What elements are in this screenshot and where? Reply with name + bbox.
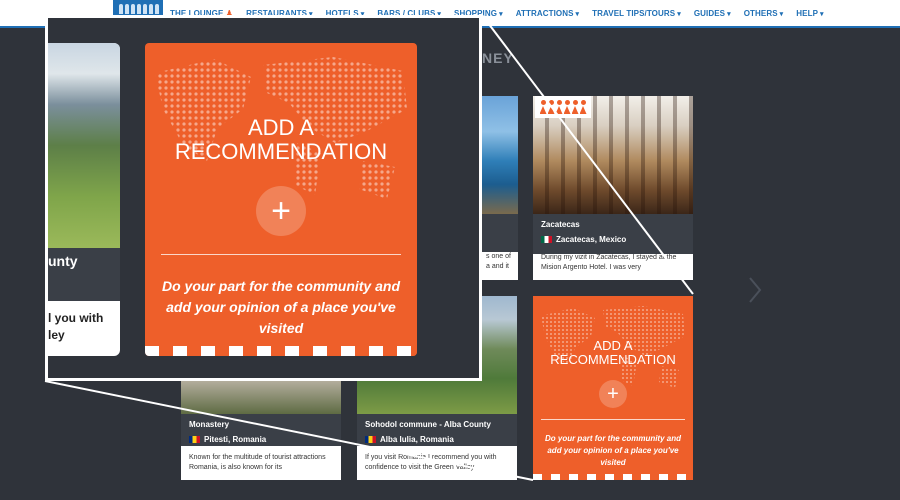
chevron-down-icon: ▾ bbox=[575, 11, 580, 18]
card-location: Alba Iulia, Romania bbox=[365, 435, 454, 444]
card-title-fragment: unty bbox=[48, 253, 78, 269]
recommendation-title: ADD A RECOMMENDATION bbox=[550, 338, 676, 368]
chevron-down-icon: ▾ bbox=[820, 11, 824, 18]
card-title: Monastery bbox=[189, 420, 230, 429]
divider bbox=[161, 254, 401, 255]
decorative-stripes bbox=[533, 474, 693, 480]
person-icon bbox=[548, 100, 555, 114]
card-title: Sohodol commune - Alba County bbox=[365, 420, 491, 429]
card-pool-description: s one of a and it bbox=[486, 253, 511, 270]
zoomed-card-fragment: unty l you with ley bbox=[48, 43, 120, 356]
card-image bbox=[48, 43, 120, 248]
person-icon bbox=[556, 100, 563, 114]
card-description: If you visit Romania I recommend you wit… bbox=[365, 454, 497, 471]
card-location: Pitesti, Romania bbox=[189, 435, 266, 444]
add-plus-button[interactable]: + bbox=[256, 186, 306, 236]
chevron-down-icon: ▾ bbox=[677, 11, 681, 18]
plus-icon: + bbox=[607, 382, 619, 405]
nav-item-guides[interactable]: GUIDES ▾ bbox=[694, 9, 731, 18]
person-icon bbox=[572, 100, 579, 114]
card-description: Known for the multitude of tourist attra… bbox=[189, 454, 326, 471]
card-image bbox=[482, 96, 518, 214]
card-description-fragment: l you with ley bbox=[48, 311, 104, 342]
nav-item-help[interactable]: HELP ▾ bbox=[796, 9, 823, 18]
divider bbox=[541, 419, 685, 420]
romania-flag-icon bbox=[365, 436, 376, 443]
carousel-next-chevron-icon[interactable] bbox=[748, 276, 762, 304]
plus-icon: + bbox=[271, 191, 291, 230]
community-badge bbox=[535, 96, 591, 118]
card-zacatecas[interactable]: Zacatecas Zacatecas, Mexico During my vi… bbox=[533, 96, 693, 280]
recommendation-title: ADD A RECOMMENDATION bbox=[174, 115, 388, 165]
add-recommendation-card[interactable]: ADD A RECOMMENDATION + Do your part for … bbox=[533, 296, 693, 480]
chevron-down-icon: ▾ bbox=[727, 11, 731, 18]
person-icon bbox=[540, 100, 547, 114]
romania-flag-icon bbox=[189, 436, 200, 443]
nav-item-others[interactable]: OTHERS ▾ bbox=[744, 9, 784, 18]
recommendation-text: Do your part for the community and add y… bbox=[161, 278, 400, 336]
card-location: Zacatecas, Mexico bbox=[541, 235, 626, 244]
decorative-stripes bbox=[145, 346, 417, 356]
recommendation-text: Do your part for the community and add y… bbox=[544, 434, 681, 467]
add-recommendation-card-zoomed[interactable]: ADD A RECOMMENDATION + Do your part for … bbox=[145, 43, 417, 356]
magnified-view: unty l you with ley ADD A RECOMMENDATION… bbox=[45, 15, 482, 381]
mexico-flag-icon bbox=[541, 236, 552, 243]
section-heading: NEY bbox=[482, 50, 514, 66]
nav-item-travel-tips-tours[interactable]: TRAVEL TIPS/TOURS ▾ bbox=[592, 9, 681, 18]
card-info-bar bbox=[482, 214, 518, 252]
nav-item-attractions[interactable]: ATTRACTIONS ▾ bbox=[516, 9, 579, 18]
chevron-down-icon: ▾ bbox=[499, 11, 503, 18]
chevron-down-icon: ▾ bbox=[779, 11, 784, 18]
add-plus-button[interactable]: + bbox=[599, 380, 627, 408]
person-icon bbox=[564, 100, 571, 114]
card-description: During my vizit in Zacatecas, I stayed a… bbox=[541, 254, 677, 271]
card-title: Zacatecas bbox=[541, 220, 580, 229]
person-icon bbox=[580, 100, 587, 114]
